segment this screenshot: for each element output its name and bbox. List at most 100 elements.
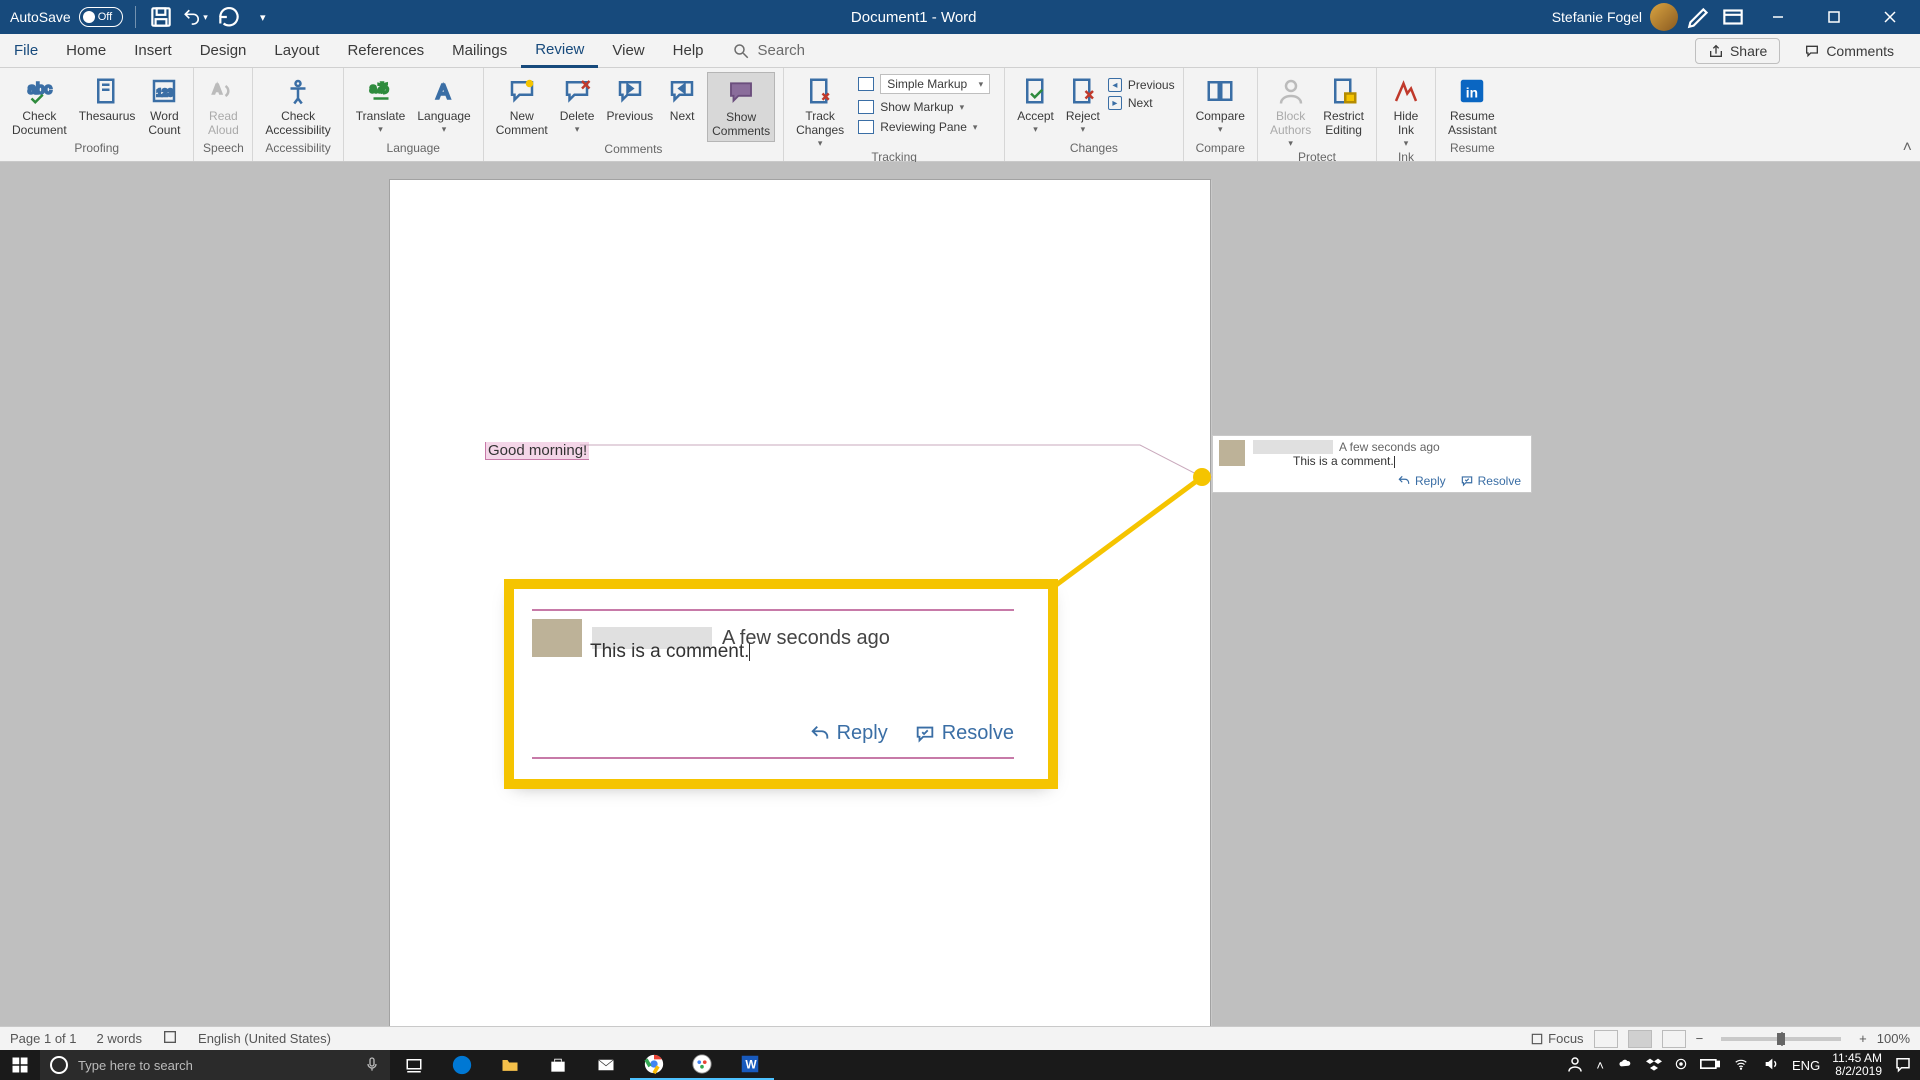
taskbar-app[interactable] [678, 1050, 726, 1080]
group-label-speech: Speech [194, 141, 252, 161]
notifications-icon[interactable] [1894, 1055, 1912, 1076]
tab-layout[interactable]: Layout [260, 34, 333, 67]
close-button[interactable] [1866, 0, 1914, 34]
thesaurus-button[interactable]: Thesaurus [75, 72, 140, 126]
zoom-out-button[interactable]: − [1696, 1031, 1704, 1046]
focus-mode-button[interactable]: Focus [1530, 1031, 1583, 1046]
taskbar-word[interactable]: W [726, 1050, 774, 1080]
tray-wifi-icon[interactable] [1732, 1057, 1750, 1074]
taskbar-store[interactable] [534, 1050, 582, 1080]
spellcheck-indicator[interactable] [162, 1029, 178, 1048]
mic-icon[interactable] [364, 1056, 380, 1075]
markup-mode-combo[interactable]: Simple Markup▾ [852, 72, 996, 96]
tab-view[interactable]: View [598, 34, 658, 67]
autosave-toggle[interactable]: Off [79, 7, 123, 27]
search-box[interactable]: Search [718, 34, 806, 67]
track-changes-button[interactable]: Track Changes▾ [792, 72, 848, 150]
delete-comment-button[interactable]: Delete▾ [556, 72, 599, 136]
ribbon-display-options-icon[interactable] [1720, 4, 1746, 30]
print-layout-button[interactable] [1628, 1030, 1652, 1048]
page-indicator[interactable]: Page 1 of 1 [10, 1031, 77, 1046]
previous-comment-button[interactable]: Previous [602, 72, 657, 126]
zoom-handle-icon[interactable] [1777, 1033, 1785, 1045]
task-view-button[interactable] [390, 1050, 438, 1080]
tab-references[interactable]: References [333, 34, 438, 67]
comment-balloon[interactable]: A few seconds ago This is a comment. Rep… [1212, 435, 1532, 493]
compare-button[interactable]: Compare▾ [1192, 72, 1249, 136]
start-button[interactable] [0, 1050, 40, 1080]
tray-volume-icon[interactable] [1762, 1056, 1780, 1075]
tray-battery-icon[interactable] [1700, 1058, 1720, 1073]
tray-clock[interactable]: 11:45 AM 8/2/2019 [1832, 1052, 1882, 1077]
zoom-in-button[interactable]: + [1859, 1031, 1867, 1046]
language-indicator[interactable]: English (United States) [198, 1031, 331, 1046]
next-comment-button[interactable]: Next [661, 72, 703, 126]
store-icon [548, 1055, 568, 1075]
document-body-text[interactable]: Good morning! [485, 442, 589, 460]
comment-reply-button[interactable]: Reply [1397, 474, 1446, 488]
zoom-reply-button[interactable]: Reply [809, 722, 888, 745]
word-count-button[interactable]: 123 Word Count [143, 72, 185, 140]
show-markup-button[interactable]: Show Markup ▾ [852, 98, 996, 116]
reviewing-pane-button[interactable]: Reviewing Pane ▾ [852, 118, 996, 136]
drawing-mode-icon[interactable] [1686, 4, 1712, 30]
chrome-icon [643, 1053, 665, 1075]
hide-ink-button[interactable]: Hide Ink▾ [1385, 72, 1427, 150]
comments-toggle-button[interactable]: Comments [1792, 39, 1906, 63]
read-aloud-icon: A [206, 74, 240, 108]
show-comments-button[interactable]: Show Comments [707, 72, 775, 142]
tab-file[interactable]: File [0, 34, 52, 67]
tray-chevron-icon[interactable]: ˄ [1596, 1058, 1604, 1073]
translate-button[interactable]: aあ Translate▾ [352, 72, 410, 136]
accept-button[interactable]: Accept▾ [1013, 72, 1058, 136]
tab-help[interactable]: Help [659, 34, 718, 67]
language-button[interactable]: A Language▾ [413, 72, 474, 136]
word-count-indicator[interactable]: 2 words [97, 1031, 143, 1046]
comment-timestamp: A few seconds ago [1339, 440, 1440, 454]
tab-review[interactable]: Review [521, 34, 598, 68]
tab-home[interactable]: Home [52, 34, 120, 67]
taskbar-mail[interactable] [582, 1050, 630, 1080]
previous-change-button[interactable]: ◂Previous [1108, 78, 1175, 92]
tab-design[interactable]: Design [186, 34, 261, 67]
zoom-slider[interactable] [1721, 1037, 1841, 1041]
comment-resolve-button[interactable]: Resolve [1460, 474, 1521, 488]
minimize-button[interactable] [1754, 0, 1802, 34]
tray-language[interactable]: ENG [1792, 1058, 1820, 1073]
share-button[interactable]: Share [1695, 38, 1780, 64]
restrict-editing-button[interactable]: Restrict Editing [1319, 72, 1368, 140]
zoom-resolve-button[interactable]: Resolve [914, 722, 1014, 745]
taskbar-search[interactable]: Type here to search [40, 1050, 390, 1080]
svg-text:in: in [1466, 85, 1478, 100]
taskbar-chrome[interactable] [630, 1050, 678, 1080]
tray-location-icon[interactable] [1674, 1057, 1688, 1074]
autosave-state: Off [98, 11, 112, 23]
tray-dropbox-icon[interactable] [1646, 1056, 1662, 1075]
save-button[interactable] [148, 4, 174, 30]
resume-assistant-button[interactable]: in Resume Assistant [1444, 72, 1501, 140]
tab-insert[interactable]: Insert [120, 34, 186, 67]
tray-onedrive-icon[interactable] [1616, 1057, 1634, 1074]
undo-button[interactable]: ▾ [182, 4, 208, 30]
user-avatar-icon[interactable] [1650, 3, 1678, 31]
autosave-dot-icon [83, 11, 95, 23]
read-mode-button[interactable] [1594, 1030, 1618, 1048]
check-document-button[interactable]: abc Check Document [8, 72, 71, 140]
redo-button[interactable] [216, 4, 242, 30]
collapse-ribbon-icon[interactable]: ˄ [1903, 139, 1912, 157]
next-change-button[interactable]: ▸Next [1108, 96, 1175, 110]
reject-button[interactable]: Reject▾ [1062, 72, 1104, 136]
taskbar-edge[interactable] [438, 1050, 486, 1080]
people-icon[interactable] [1566, 1055, 1584, 1076]
check-accessibility-button[interactable]: Check Accessibility [261, 72, 334, 140]
new-comment-button[interactable]: New Comment [492, 72, 552, 140]
tray-date: 8/2/2019 [1832, 1065, 1882, 1078]
share-label: Share [1730, 43, 1767, 59]
svg-text:A: A [437, 82, 451, 104]
web-layout-button[interactable] [1662, 1030, 1686, 1048]
tab-mailings[interactable]: Mailings [438, 34, 521, 67]
zoom-level[interactable]: 100% [1877, 1031, 1910, 1046]
taskbar-explorer[interactable] [486, 1050, 534, 1080]
qat-customize-button[interactable]: ▾ [250, 4, 276, 30]
maximize-button[interactable] [1810, 0, 1858, 34]
